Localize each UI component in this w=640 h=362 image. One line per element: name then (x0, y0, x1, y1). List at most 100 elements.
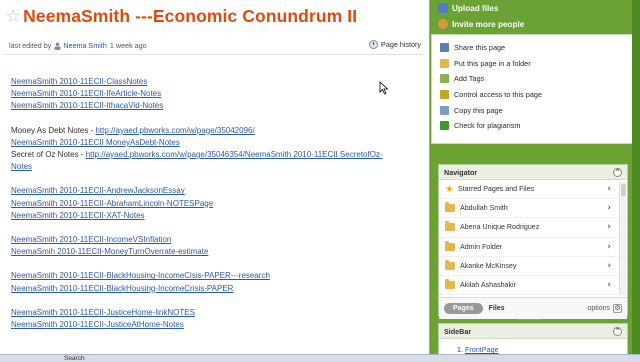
sidebar-title: SideBar (444, 326, 472, 336)
meta-prefix: last edited by (9, 41, 52, 50)
chevron-right-icon: › (607, 260, 611, 271)
navigator-item[interactable]: Abdullah Smith › (439, 199, 627, 219)
page-link[interactable]: NeemaSmith 2010-11ECII-IthacaVid-Notes (11, 101, 163, 110)
folder-icon (440, 58, 449, 68)
navigator-item-left: Akanke McKinsey (445, 259, 516, 270)
check-icon (440, 121, 449, 131)
action-item[interactable]: Check for plagiarism (432, 118, 635, 134)
content-line: Secret of Oz Notes - http://ayaed.pbwork… (11, 149, 426, 161)
page-link[interactable]: NeemaSmith 2010-11ECII-JusticeAtHome-Not… (11, 320, 184, 329)
navigator-footer: Pages Files options ⚙ (439, 297, 627, 322)
content-line: NeemaSmith 2010-11ECII-AbrahamLincoln-NO… (11, 198, 426, 210)
navigator-item[interactable]: Akilah Ashashakir › (439, 276, 627, 296)
collapse-icon[interactable]: ⌃ (613, 167, 622, 177)
content-line: NeemaSmih 2010-11ECII-MoneyTurnOverrate-… (11, 246, 426, 258)
page-link[interactable]: NeemaSmith 2010-11ECII-AbrahamLincoln-NO… (11, 199, 213, 208)
navigator-header: Navigator ⌃ (439, 165, 627, 180)
content-line: NeemaSmith 2010-11ECII-IfeArticle-Notes (11, 88, 426, 100)
page-link[interactable]: NeemaSmith 2010-11ECII-JusticeHome-linkN… (11, 308, 195, 317)
search-label[interactable]: Search (64, 355, 85, 362)
invite-people-button[interactable]: Invite more people (438, 16, 524, 32)
folder-icon (445, 202, 455, 213)
navigator-item-left: ★ Starred Pages and Files (445, 184, 534, 195)
page-history-button[interactable]: Page history (369, 40, 421, 49)
content-line: NeemaSmith 2010-11ECII-JusticeAtHome-Not… (11, 319, 426, 331)
tab-files[interactable]: Files (489, 305, 505, 312)
notes-label: Money As Debt Notes - (11, 125, 96, 135)
folder-icon (445, 279, 455, 290)
navigator-item-left: Abdullah Smith (445, 202, 508, 213)
sidebar-item-number: 1. (457, 345, 463, 354)
page-link[interactable]: NeemaSmith 2010-11ECII-ClassNotes (11, 77, 147, 86)
page-link[interactable]: NeemaSmith 2010-11ECII-BlackHousing-Inco… (11, 284, 233, 293)
action-label: Copy this page (454, 105, 503, 115)
chevron-right-icon: › (607, 184, 611, 195)
navigator-item[interactable]: Abena Unique Rodriguez › (439, 218, 627, 238)
content-line: NeemaSmith 2010-11ECII-IthacaVid-Notes (11, 100, 426, 112)
navigator-item-label: Abena Unique Rodriguez (460, 223, 540, 232)
url-link[interactable]: http://ayaed.pbworks.com/w/page/35046354… (86, 150, 383, 159)
divider (5, 54, 424, 55)
page-link[interactable]: Notes (11, 162, 32, 171)
content-line: NeemaSmith 2010-11ECII-JusticeHome-linkN… (11, 307, 426, 319)
navigator-item-label: Admin Folder (460, 242, 503, 251)
mouse-cursor-icon (379, 81, 389, 95)
navigator-item-left: Admin Folder (445, 240, 503, 251)
navigator-item[interactable]: Admin Folder › (439, 238, 627, 257)
invite-people-label: Invite more people (452, 19, 525, 29)
chevron-right-icon: › (607, 280, 611, 291)
navigator-panel: Navigator ⌃ ★ Starred Pages and Files › Abd… (438, 164, 628, 322)
action-label: Check for plagiarism (454, 121, 521, 131)
star-icon: ★ (445, 183, 454, 195)
content-line: NeemaSmith 2010-11ECII-BlackHousing-Inco… (11, 283, 426, 295)
navigator-item[interactable]: ★ Starred Pages and Files › (439, 180, 627, 200)
editor-link[interactable]: Neema Smith (63, 41, 107, 50)
action-item[interactable]: Control access to this page (432, 87, 635, 103)
sidebar-panel: SideBar ⌃ 1. FrontPage (438, 323, 628, 357)
navigator-item[interactable]: Akanke McKinsey › (439, 257, 627, 276)
tab-pages[interactable]: Pages (444, 303, 483, 314)
navigator-item-label: Abdullah Smith (460, 204, 508, 213)
people-icon (438, 19, 448, 29)
page-actions-panel: Share this page Put this page in a folder… (431, 34, 636, 144)
navigator-title: Navigator (444, 167, 478, 177)
edit-meta: last edited by Neema Smith 1 week ago (9, 41, 147, 50)
page-link[interactable]: NeemaSmith 2010-11ECII-BlackHousing-Inco… (11, 271, 270, 280)
clock-icon (369, 40, 379, 49)
navigator-scrollbar[interactable] (619, 182, 626, 294)
page-link[interactable]: NeemaSmith 2010-11ECII-IncomeVSInflation (11, 235, 171, 244)
resize-grip[interactable] (519, 319, 541, 322)
action-label: Put this page in a folder (454, 58, 531, 68)
sidebar-body: 1. FrontPage (439, 339, 627, 354)
options-label: options (587, 305, 610, 312)
content-line: NeemaSmith 2010-11ECII-AndrewJacksonEssa… (11, 185, 426, 197)
action-item[interactable]: Add Tags (432, 71, 635, 87)
action-item[interactable]: Share this page (432, 40, 635, 56)
url-link[interactable]: http://ayaed.pbworks.com/w/page/35042096… (95, 126, 254, 135)
user-icon (54, 42, 61, 50)
chevron-right-icon: › (607, 203, 611, 214)
action-item[interactable]: Put this page in a folder (432, 56, 635, 72)
star-icon[interactable]: ☆ (5, 7, 21, 26)
page-content: NeemaSmith 2010-11ECII-ClassNotes NeemaSm… (11, 76, 426, 331)
upload-files-button[interactable]: Upload files (438, 0, 524, 16)
options-button[interactable]: options ⚙ (587, 304, 622, 313)
scrollbar-thumb[interactable] (621, 184, 626, 196)
navigator-item-left: Akilah Ashashakir (445, 279, 516, 290)
page-link[interactable]: NeemaSmith 2010-11ECII-AndrewJacksonEssa… (11, 186, 185, 195)
lock-icon (440, 90, 449, 100)
page-link[interactable]: NeemaSmith 2010-11ECII MoneyAsDebt-Notes (11, 138, 180, 147)
navigator-list: ★ Starred Pages and Files › Abdullah Smith ›… (439, 180, 627, 297)
gear-icon: ⚙ (613, 304, 622, 313)
collapse-icon[interactable]: ⌃ (613, 326, 622, 336)
page-link[interactable]: NeemaSmith 2010-11ECII-IfeArticle-Notes (11, 89, 161, 98)
action-item[interactable]: Copy this page (432, 102, 635, 118)
frontpage-link[interactable]: FrontPage (465, 345, 499, 354)
page-link[interactable]: NeemaSmih 2010-11ECII-MoneyTurnOverrate-… (11, 247, 208, 256)
page-link[interactable]: NeemaSmith 2010-11ECII-XAT-Notes (11, 211, 145, 220)
sidebar-header: SideBar ⌃ (439, 324, 627, 339)
